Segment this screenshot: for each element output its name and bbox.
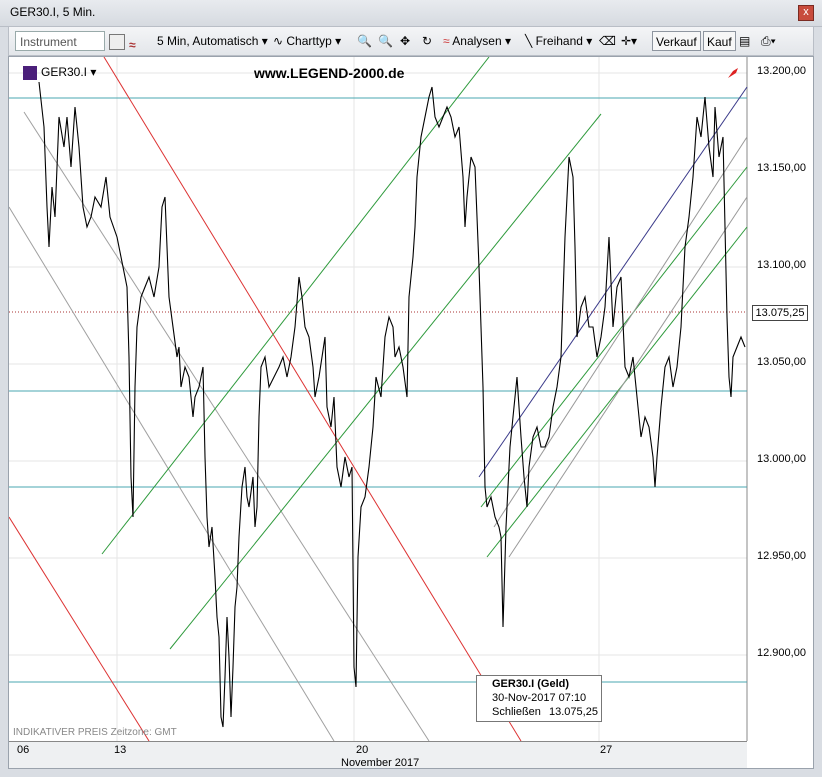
crosshair-icon[interactable]: ✛▾ <box>621 31 637 51</box>
blue-channel-lines <box>478 86 748 478</box>
zoom-out-icon[interactable]: 🔍 <box>378 31 393 51</box>
charttype-select[interactable]: ∿ Charttyp ▾ <box>273 31 341 51</box>
analysen-icon: ≈ <box>443 34 453 48</box>
symbol-selector[interactable]: GER30.I ▾ <box>23 65 96 80</box>
x-tick: 13 <box>114 744 127 756</box>
window-title: GER30.I, 5 Min. <box>10 5 96 19</box>
zoom-in-icon[interactable]: 🔍 <box>357 31 372 51</box>
analysen-select[interactable]: ≈ Analysen ▾ <box>443 31 511 51</box>
cfd-icon <box>23 65 37 80</box>
y-tick: 12.950,00 <box>757 550 806 562</box>
symbol-label: GER30.I <box>41 65 88 79</box>
analysen-label: Analysen <box>452 34 502 48</box>
indicator-icon[interactable]: ≈ <box>129 31 143 52</box>
x-tick: 20 <box>356 744 369 756</box>
chart-window: GER30.I, 5 Min. x Instrument ≈ 5 Min, Au… <box>0 0 822 777</box>
indicative-note: INDIKATIVER PREIS Zeitzone: GMT <box>13 727 177 738</box>
refresh-icon[interactable]: ↻ <box>422 31 432 51</box>
current-price-label: 13.075,25 <box>752 305 808 321</box>
toolbar: Instrument ≈ 5 Min, Automatisch ▾ ∿ Char… <box>8 26 814 56</box>
close-button[interactable]: x <box>798 5 814 21</box>
green-channel-lines <box>101 57 748 650</box>
title-bar: GER30.I, 5 Min. x <box>0 0 822 27</box>
freihand-select[interactable]: ╲ Freihand ▾ <box>525 31 592 51</box>
chart-area[interactable]: GER30.I ▾ www.LEGEND-2000.de 13.200,00 1… <box>8 56 814 769</box>
move-icon[interactable]: ✥ <box>400 31 410 51</box>
info-label: Schließen <box>492 706 541 718</box>
month-label: November 2017 <box>341 757 420 769</box>
charttype-label: Charttyp <box>286 34 332 48</box>
eraser-icon[interactable]: ⌫ <box>599 31 616 51</box>
price-line <box>38 81 746 728</box>
info-date: 30-Nov-2017 07:10 <box>492 692 587 704</box>
instrument-list-icon[interactable] <box>109 31 125 51</box>
chart-window-icon[interactable]: ▤ <box>739 31 750 51</box>
kauf-button[interactable]: Kauf <box>703 31 736 51</box>
red-trend-lines <box>9 57 522 742</box>
verkauf-button[interactable]: Verkauf <box>652 31 701 51</box>
grid-lines <box>9 57 747 741</box>
x-tick: 27 <box>600 744 613 756</box>
print-icon[interactable]: ⎙▾ <box>761 31 776 51</box>
interval-label: 5 Min, Automatisch <box>157 34 259 48</box>
x-axis: 06 13 20 27 November 2017 <box>9 741 747 769</box>
freihand-label: Freihand <box>535 34 583 48</box>
y-tick: 13.150,00 <box>757 162 806 174</box>
y-tick: 13.200,00 <box>757 65 806 77</box>
charttype-icon: ∿ <box>273 34 287 48</box>
x-tick: 06 <box>17 744 30 756</box>
y-tick: 13.050,00 <box>757 356 806 368</box>
y-tick: 13.000,00 <box>757 453 806 465</box>
instrument-input[interactable]: Instrument <box>15 31 105 51</box>
y-tick: 12.900,00 <box>757 647 806 659</box>
interval-select[interactable]: 5 Min, Automatisch ▾ <box>157 31 268 51</box>
info-title: GER30.I (Geld) <box>492 678 570 690</box>
flag-icon <box>728 68 738 78</box>
price-chart <box>9 57 748 742</box>
brand-watermark: www.LEGEND-2000.de <box>254 65 405 81</box>
info-tooltip: GER30.I (Geld) 30-Nov-2017 07:10 Schließ… <box>476 675 602 722</box>
pen-icon: ╲ <box>525 34 536 48</box>
y-tick: 13.100,00 <box>757 259 806 271</box>
info-value: 13.075,25 <box>549 706 598 718</box>
